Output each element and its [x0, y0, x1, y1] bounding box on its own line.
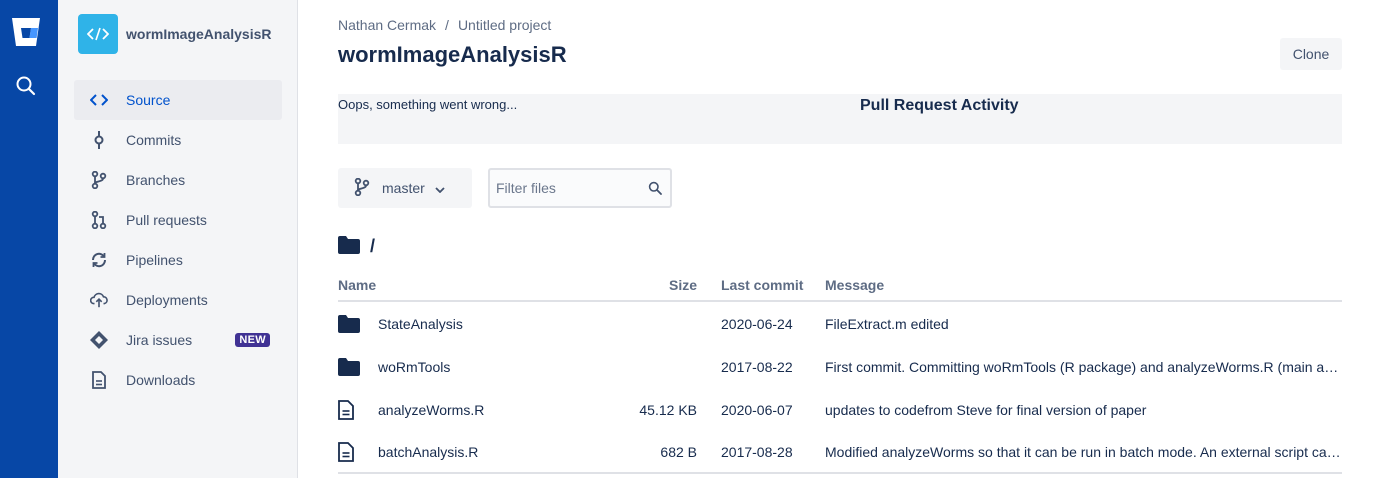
table-row[interactable]: analyzeWorms.R 45.12 KB 2020-06-07 updat…: [338, 388, 1342, 431]
file-icon: [338, 399, 360, 420]
header-name[interactable]: Name: [338, 277, 638, 293]
commit-message[interactable]: FileExtract.m edited: [825, 316, 1342, 332]
project-sidebar: wormImageAnalysisR Source Commits Branch…: [58, 0, 298, 478]
branch-selector[interactable]: master: [338, 168, 472, 208]
commit-date: 2017-08-22: [721, 358, 793, 375]
breadcrumb-owner[interactable]: Nathan Cermak: [338, 17, 436, 33]
branch-icon: [354, 177, 370, 199]
sidebar-item-label: Source: [126, 92, 171, 108]
table-row[interactable]: StateAnalysis 2020-06-24 FileExtract.m e…: [338, 302, 1342, 345]
code-icon: [90, 91, 108, 109]
global-nav: [0, 0, 58, 478]
sidebar-item-jira-issues[interactable]: Jira issues NEW: [74, 320, 282, 360]
file-size: 682 B: [660, 443, 697, 460]
filter-files-input[interactable]: [490, 170, 640, 206]
sidebar-nav: Source Commits Branches Pull requests Pi…: [74, 80, 282, 400]
header-size[interactable]: Size: [638, 277, 697, 293]
file-name[interactable]: StateAnalysis: [378, 316, 463, 332]
breadcrumb-separator: /: [445, 17, 449, 33]
current-path: /: [338, 236, 375, 257]
file-name[interactable]: analyzeWorms.R: [378, 402, 484, 418]
clone-button[interactable]: Clone: [1280, 38, 1342, 70]
sidebar-item-deployments[interactable]: Deployments: [74, 280, 282, 320]
sidebar-item-label: Pipelines: [126, 252, 183, 268]
page-title: wormImageAnalysisR: [338, 42, 567, 67]
file-name[interactable]: woRmTools: [378, 359, 450, 375]
file-name[interactable]: batchAnalysis.R: [378, 444, 478, 460]
chevron-down-icon: [435, 180, 445, 196]
folder-icon: [338, 236, 360, 257]
sidebar-item-branches[interactable]: Branches: [74, 160, 282, 200]
header-message[interactable]: Message: [825, 277, 1342, 293]
file-table: Name Size Last commit Message StateAnaly…: [338, 270, 1342, 474]
jira-icon: [90, 331, 108, 349]
folder-icon: [338, 314, 360, 333]
commit-message[interactable]: updates to codefrom Steve for final vers…: [825, 402, 1342, 418]
commit-icon: [90, 131, 108, 149]
commit-message[interactable]: Modified analyzeWorms so that it can be …: [825, 444, 1342, 460]
commit-date: 2020-06-07: [721, 401, 793, 418]
sidebar-item-label: Deployments: [126, 292, 208, 308]
downloads-icon: [90, 371, 108, 389]
repo-avatar: [78, 14, 118, 54]
sidebar-item-pipelines[interactable]: Pipelines: [74, 240, 282, 280]
pull-request-activity-heading: Pull Request Activity: [860, 97, 1019, 114]
table-row[interactable]: batchAnalysis.R 682 B 2017-08-28 Modifie…: [338, 431, 1342, 474]
branch-name: master: [382, 180, 425, 196]
sidebar-item-commits[interactable]: Commits: [74, 120, 282, 160]
commit-message[interactable]: First commit. Committing woRmTools (R pa…: [825, 359, 1342, 375]
deployments-icon: [90, 291, 108, 309]
table-header: Name Size Last commit Message: [338, 270, 1342, 302]
file-icon: [338, 441, 360, 462]
filter-files-box: [488, 168, 672, 208]
sidebar-item-downloads[interactable]: Downloads: [74, 360, 282, 400]
new-badge: NEW: [235, 333, 270, 347]
folder-icon: [338, 357, 360, 376]
commit-date: 2017-08-28: [721, 443, 793, 460]
path-root[interactable]: /: [370, 236, 375, 257]
search-icon[interactable]: [648, 181, 662, 198]
commit-date: 2020-06-24: [721, 315, 793, 332]
file-size: 45.12 KB: [639, 401, 697, 418]
sidebar-item-label: Commits: [126, 132, 182, 148]
sidebar-item-source[interactable]: Source: [74, 80, 282, 120]
repo-name: wormImageAnalysisR: [126, 26, 272, 42]
search-icon[interactable]: [15, 75, 37, 97]
breadcrumb-project[interactable]: Untitled project: [458, 17, 551, 33]
sidebar-item-label: Jira issues: [126, 332, 193, 348]
header-last-commit[interactable]: Last commit: [697, 277, 825, 293]
bitbucket-logo-icon[interactable]: [11, 16, 41, 48]
breadcrumb: Nathan Cermak / Untitled project: [338, 17, 551, 33]
pipelines-icon: [90, 251, 108, 269]
repo-header[interactable]: wormImageAnalysisR: [78, 14, 272, 54]
sidebar-item-pull-requests[interactable]: Pull requests: [74, 200, 282, 240]
sidebar-item-label: Downloads: [126, 372, 196, 388]
table-row[interactable]: woRmTools 2017-08-22 First commit. Commi…: [338, 345, 1342, 388]
error-panel: Oops, something went wrong... Pull Reque…: [338, 94, 1342, 144]
pull-request-icon: [90, 211, 108, 229]
error-message: Oops, something went wrong...: [338, 97, 518, 112]
branch-icon: [90, 171, 108, 189]
sidebar-item-label: Pull requests: [126, 212, 207, 228]
sidebar-item-label: Branches: [126, 172, 186, 188]
